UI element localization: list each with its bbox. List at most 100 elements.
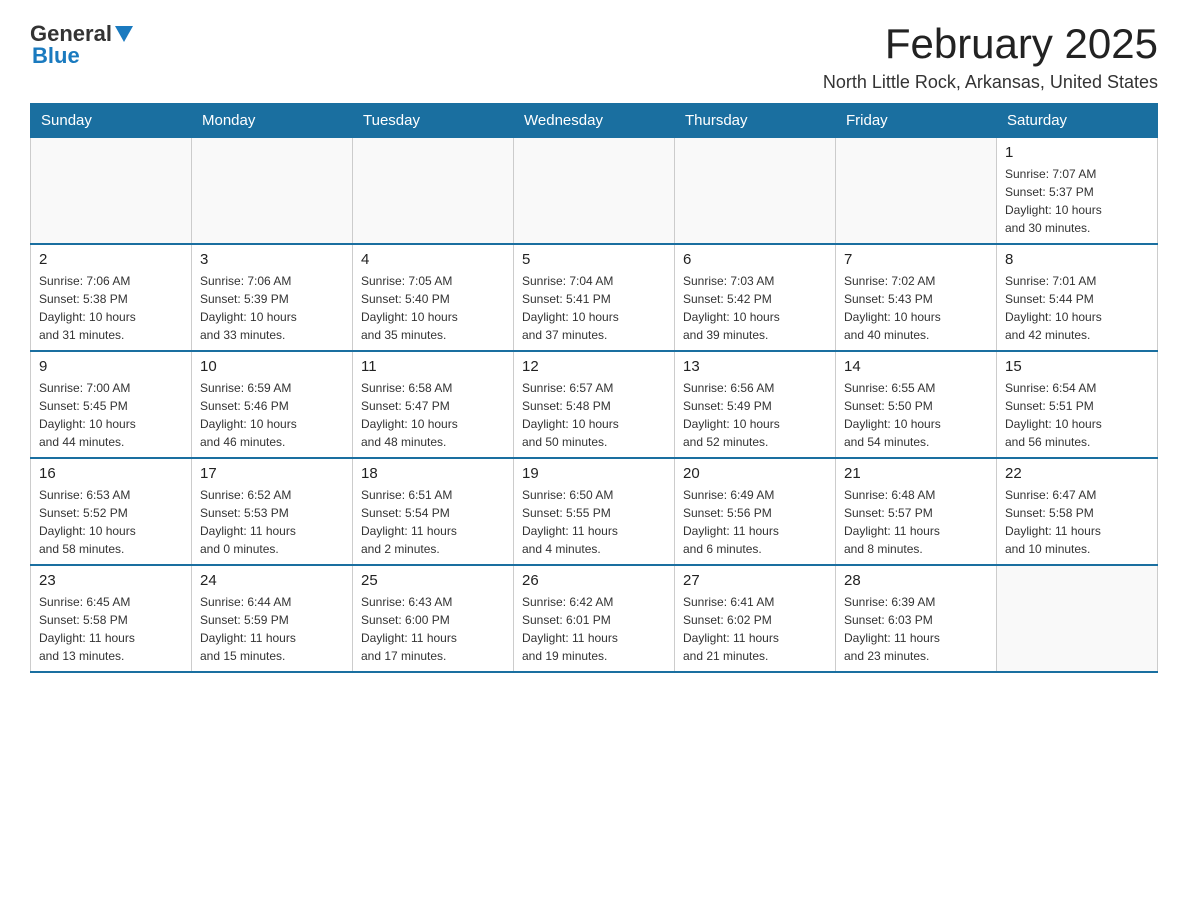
day-info: Sunrise: 7:01 AM Sunset: 5:44 PM Dayligh… [1005,272,1149,344]
day-info: Sunrise: 6:54 AM Sunset: 5:51 PM Dayligh… [1005,379,1149,451]
day-number: 7 [844,251,988,268]
day-number: 9 [39,358,183,375]
calendar-cell: 16 Sunrise: 6:53 AM Sunset: 5:52 PM Dayli… [31,458,192,565]
calendar-cell: 23 Sunrise: 6:45 AM Sunset: 5:58 PM Dayli… [31,565,192,672]
calendar-cell: 11 Sunrise: 6:58 AM Sunset: 5:47 PM Dayli… [353,351,514,458]
weekday-header-tuesday: Tuesday [353,104,514,138]
weekday-header-wednesday: Wednesday [514,104,675,138]
day-number: 20 [683,465,827,482]
calendar-header: SundayMondayTuesdayWednesdayThursdayFrid… [31,104,1158,138]
day-info: Sunrise: 6:51 AM Sunset: 5:54 PM Dayligh… [361,486,505,558]
day-number: 21 [844,465,988,482]
day-info: Sunrise: 6:49 AM Sunset: 5:56 PM Dayligh… [683,486,827,558]
calendar-cell: 2Sunrise: 7:06 AM Sunset: 5:38 PM Daylig… [31,244,192,351]
day-info: Sunrise: 6:53 AM Sunset: 5:52 PM Dayligh… [39,486,183,558]
calendar-body: 1 Sunrise: 7:07 AM Sunset: 5:37 PM Daylig… [31,138,1158,673]
calendar-cell: 13 Sunrise: 6:56 AM Sunset: 5:49 PM Dayli… [675,351,836,458]
calendar-cell [31,138,192,245]
calendar-week-3: 9 Sunrise: 7:00 AM Sunset: 5:45 PM Daylig… [31,351,1158,458]
day-number: 18 [361,465,505,482]
day-info: Sunrise: 6:43 AM Sunset: 6:00 PM Dayligh… [361,593,505,665]
day-number: 2 [39,251,183,268]
calendar-week-2: 2Sunrise: 7:06 AM Sunset: 5:38 PM Daylig… [31,244,1158,351]
day-number: 11 [361,358,505,375]
calendar-cell: 22 Sunrise: 6:47 AM Sunset: 5:58 PM Dayli… [997,458,1158,565]
month-title: February 2025 [823,20,1158,68]
day-number: 12 [522,358,666,375]
calendar-cell: 10Sunrise: 6:59 AM Sunset: 5:46 PM Dayli… [192,351,353,458]
day-info: Sunrise: 6:41 AM Sunset: 6:02 PM Dayligh… [683,593,827,665]
calendar-cell: 19Sunrise: 6:50 AM Sunset: 5:55 PM Dayli… [514,458,675,565]
day-number: 6 [683,251,827,268]
day-info: Sunrise: 6:39 AM Sunset: 6:03 PM Dayligh… [844,593,988,665]
calendar-cell [675,138,836,245]
day-number: 26 [522,572,666,589]
calendar-cell [836,138,997,245]
day-number: 28 [844,572,988,589]
day-number: 24 [200,572,344,589]
calendar-cell: 26 Sunrise: 6:42 AM Sunset: 6:01 PM Dayli… [514,565,675,672]
calendar-cell: 17Sunrise: 6:52 AM Sunset: 5:53 PM Dayli… [192,458,353,565]
calendar-cell: 5 Sunrise: 7:04 AM Sunset: 5:41 PM Daylig… [514,244,675,351]
day-number: 5 [522,251,666,268]
weekday-header-monday: Monday [192,104,353,138]
calendar-cell: 3 Sunrise: 7:06 AM Sunset: 5:39 PM Daylig… [192,244,353,351]
day-number: 4 [361,251,505,268]
calendar-cell: 14 Sunrise: 6:55 AM Sunset: 5:50 PM Dayli… [836,351,997,458]
day-number: 23 [39,572,183,589]
calendar-cell: 9 Sunrise: 7:00 AM Sunset: 5:45 PM Daylig… [31,351,192,458]
logo: General Blue [30,20,133,69]
day-info: Sunrise: 7:03 AM Sunset: 5:42 PM Dayligh… [683,272,827,344]
day-info: Sunrise: 7:07 AM Sunset: 5:37 PM Dayligh… [1005,165,1149,237]
weekday-header-sunday: Sunday [31,104,192,138]
day-info: Sunrise: 7:06 AM Sunset: 5:39 PM Dayligh… [200,272,344,344]
day-number: 15 [1005,358,1149,375]
calendar-cell: 20 Sunrise: 6:49 AM Sunset: 5:56 PM Dayli… [675,458,836,565]
day-info: Sunrise: 6:58 AM Sunset: 5:47 PM Dayligh… [361,379,505,451]
weekday-header-friday: Friday [836,104,997,138]
calendar-cell: 8 Sunrise: 7:01 AM Sunset: 5:44 PM Daylig… [997,244,1158,351]
day-info: Sunrise: 6:44 AM Sunset: 5:59 PM Dayligh… [200,593,344,665]
title-area: February 2025 North Little Rock, Arkansa… [823,20,1158,93]
calendar-cell: 21Sunrise: 6:48 AM Sunset: 5:57 PM Dayli… [836,458,997,565]
location-title: North Little Rock, Arkansas, United Stat… [823,72,1158,93]
calendar-cell: 27 Sunrise: 6:41 AM Sunset: 6:02 PM Dayli… [675,565,836,672]
day-info: Sunrise: 6:42 AM Sunset: 6:01 PM Dayligh… [522,593,666,665]
calendar-cell: 7Sunrise: 7:02 AM Sunset: 5:43 PM Daylig… [836,244,997,351]
calendar-cell: 25Sunrise: 6:43 AM Sunset: 6:00 PM Dayli… [353,565,514,672]
day-number: 16 [39,465,183,482]
day-info: Sunrise: 6:56 AM Sunset: 5:49 PM Dayligh… [683,379,827,451]
page-header: General Blue February 2025 North Little … [30,20,1158,93]
day-info: Sunrise: 6:45 AM Sunset: 5:58 PM Dayligh… [39,593,183,665]
logo-blue: Blue [32,43,80,69]
calendar-cell: 18 Sunrise: 6:51 AM Sunset: 5:54 PM Dayli… [353,458,514,565]
day-number: 1 [1005,144,1149,161]
day-number: 17 [200,465,344,482]
calendar-cell: 12 Sunrise: 6:57 AM Sunset: 5:48 PM Dayli… [514,351,675,458]
calendar-cell: 4Sunrise: 7:05 AM Sunset: 5:40 PM Daylig… [353,244,514,351]
logo-arrow-icon [115,26,133,47]
day-number: 3 [200,251,344,268]
day-number: 14 [844,358,988,375]
calendar-cell [353,138,514,245]
calendar-cell [997,565,1158,672]
calendar-cell: 24 Sunrise: 6:44 AM Sunset: 5:59 PM Dayli… [192,565,353,672]
day-info: Sunrise: 6:57 AM Sunset: 5:48 PM Dayligh… [522,379,666,451]
calendar-table: SundayMondayTuesdayWednesdayThursdayFrid… [30,103,1158,673]
calendar-cell [192,138,353,245]
day-info: Sunrise: 6:47 AM Sunset: 5:58 PM Dayligh… [1005,486,1149,558]
day-number: 13 [683,358,827,375]
calendar-cell: 15 Sunrise: 6:54 AM Sunset: 5:51 PM Dayli… [997,351,1158,458]
calendar-week-1: 1 Sunrise: 7:07 AM Sunset: 5:37 PM Daylig… [31,138,1158,245]
day-number: 27 [683,572,827,589]
calendar-week-5: 23 Sunrise: 6:45 AM Sunset: 5:58 PM Dayli… [31,565,1158,672]
calendar-cell: 28 Sunrise: 6:39 AM Sunset: 6:03 PM Dayli… [836,565,997,672]
day-info: Sunrise: 7:00 AM Sunset: 5:45 PM Dayligh… [39,379,183,451]
day-info: Sunrise: 6:55 AM Sunset: 5:50 PM Dayligh… [844,379,988,451]
day-number: 22 [1005,465,1149,482]
calendar-cell: 6 Sunrise: 7:03 AM Sunset: 5:42 PM Daylig… [675,244,836,351]
day-info: Sunrise: 6:50 AM Sunset: 5:55 PM Dayligh… [522,486,666,558]
day-info: Sunrise: 7:04 AM Sunset: 5:41 PM Dayligh… [522,272,666,344]
calendar-cell: 1 Sunrise: 7:07 AM Sunset: 5:37 PM Daylig… [997,138,1158,245]
day-number: 8 [1005,251,1149,268]
